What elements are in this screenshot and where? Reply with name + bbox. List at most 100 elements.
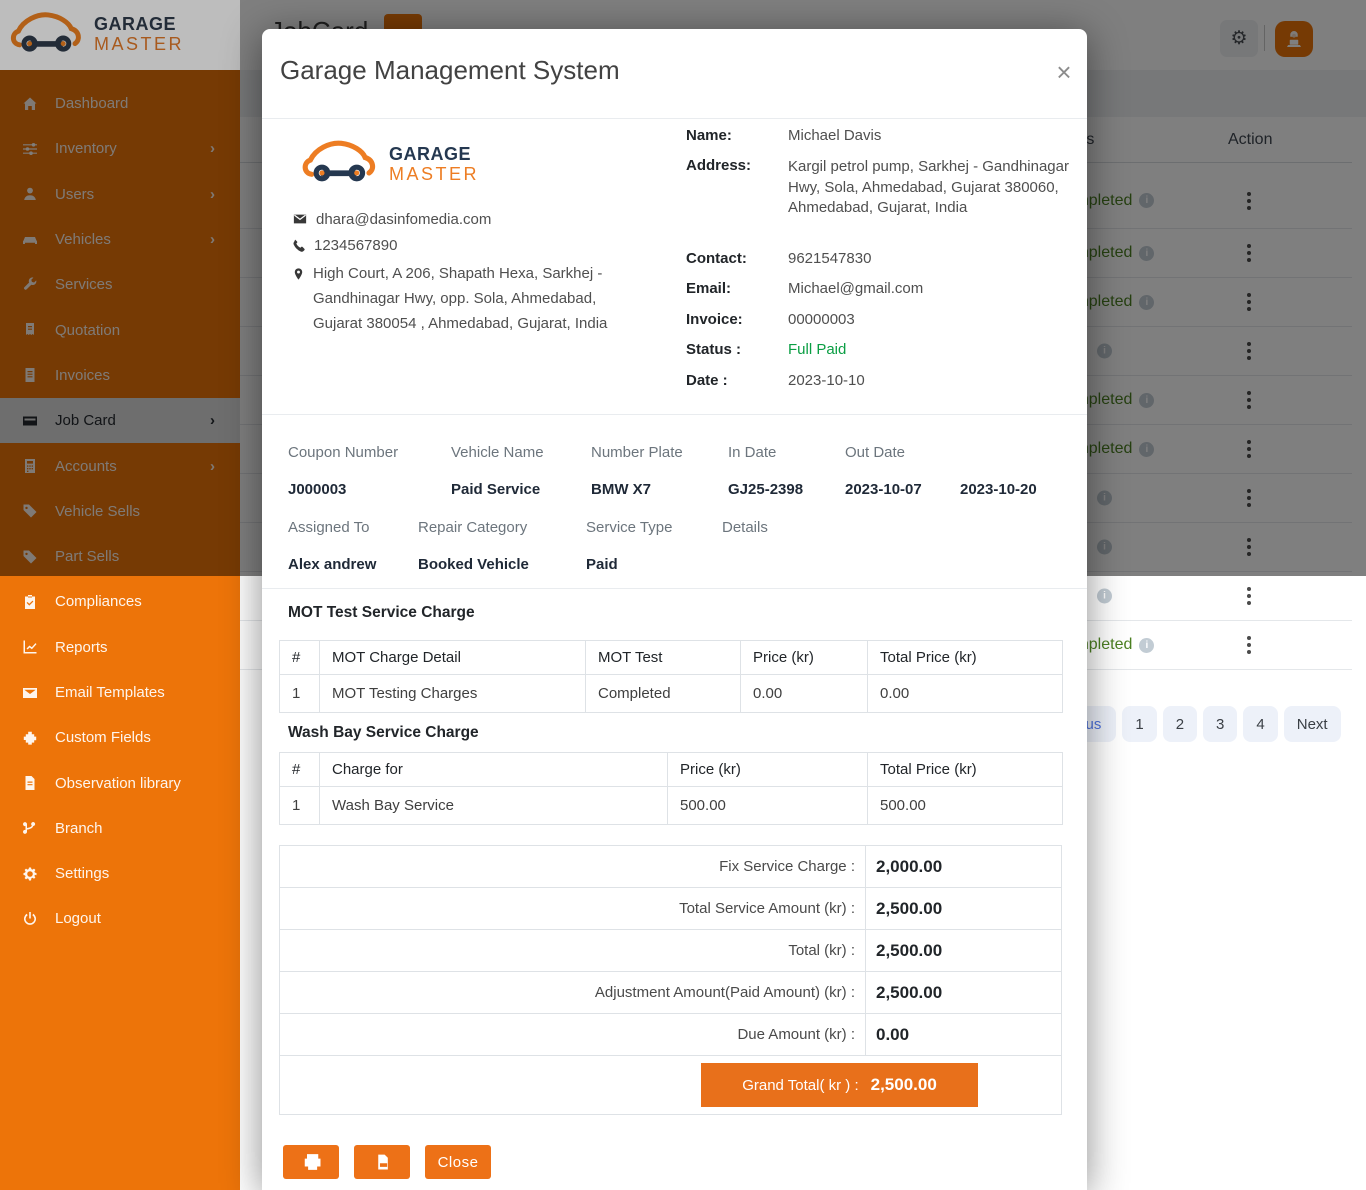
modal-brand-logo: GARAGE MASTER <box>299 133 479 196</box>
fix-service-charge-value: 2,000.00 <box>865 846 1061 887</box>
customer-address-label: Address: <box>686 157 751 174</box>
modal-title: Garage Management System <box>280 55 620 86</box>
sidebar-item-compliances[interactable]: Compliances <box>0 579 240 624</box>
adjustment-amount-value: 2,500.00 <box>865 972 1061 1013</box>
customer-email-label: Email: <box>686 280 731 297</box>
customer-contact-label: Contact: <box>686 250 747 267</box>
row-actions-kebab-button[interactable] <box>1243 583 1255 609</box>
vehicle-name-label: Vehicle Name <box>451 444 544 461</box>
puzzle-icon <box>22 730 38 746</box>
in-date-label: In Date <box>728 444 776 461</box>
total-row: Total (kr) : 2,500.00 <box>280 930 1061 972</box>
sidebar-item-branch[interactable]: Branch <box>0 806 240 851</box>
mot-col-num: # <box>280 641 320 675</box>
car-wrench-logo-icon <box>8 5 86 66</box>
brand-logo-strip: GARAGE MASTER <box>0 0 240 70</box>
sidebar-item-logout[interactable]: Logout <box>0 896 240 941</box>
invoice-date-label: Date : <box>686 372 728 389</box>
sidebar-item-custom-fields[interactable]: Custom Fields <box>0 715 240 760</box>
due-amount-value: 0.00 <box>865 1014 1061 1055</box>
pagination-page-4[interactable]: 4 <box>1243 706 1277 742</box>
payment-status-label: Status : <box>686 341 741 358</box>
invoice-number-label: Invoice: <box>686 311 743 328</box>
company-address-row: High Court, A 206, Shapath Hexa, Sarkhej… <box>292 261 644 336</box>
mot-col-test: MOT Test <box>586 641 741 675</box>
mot-section-title: MOT Test Service Charge <box>288 604 475 622</box>
washbay-section-title: Wash Bay Service Charge <box>288 724 479 742</box>
out-date-value: 2023-10-20 <box>960 481 1037 498</box>
print-button[interactable] <box>283 1145 339 1179</box>
info-icon[interactable]: i <box>1139 638 1154 653</box>
info-icon[interactable]: i <box>1097 589 1112 604</box>
adjustment-amount-label: Adjustment Amount(Paid Amount) (kr) : <box>280 972 865 1013</box>
totals-table: Fix Service Charge : 2,000.00 Total Serv… <box>279 845 1062 1115</box>
pagination-next[interactable]: Next <box>1284 706 1341 742</box>
grand-total-row: Grand Total( kr ) : 2,500.00 <box>280 1056 1061 1114</box>
power-icon <box>22 911 38 927</box>
plate-code-value: GJ25-2398 <box>728 481 803 498</box>
wash-col-total: Total Price (kr) <box>868 753 1063 787</box>
sidebar-item-settings[interactable]: Settings <box>0 851 240 896</box>
code-branch-icon <box>22 820 38 836</box>
sidebar-item-observation-library[interactable]: Observation library <box>0 760 240 805</box>
in-date-value: 2023-10-07 <box>845 481 922 498</box>
pagination-page-1[interactable]: 1 <box>1122 706 1156 742</box>
pagination-page-2[interactable]: 2 <box>1163 706 1197 742</box>
envelope-icon <box>22 685 38 701</box>
total-service-amount-value: 2,500.00 <box>865 888 1061 929</box>
invoice-date: 2023-10-10 <box>788 372 865 389</box>
printer-icon <box>302 1153 321 1171</box>
customer-address: Kargil petrol pump, Sarkhej - Gandhinaga… <box>788 157 1073 219</box>
brand-line2: MASTER <box>94 35 184 55</box>
pagination-page-3[interactable]: 3 <box>1203 706 1237 742</box>
fix-service-charge-label: Fix Service Charge : <box>280 846 865 887</box>
clipboard-check-icon <box>22 594 38 610</box>
sidebar-item-reports[interactable]: Reports <box>0 625 240 670</box>
total-row: Adjustment Amount(Paid Amount) (kr) : 2,… <box>280 972 1061 1014</box>
close-icon[interactable]: × <box>1047 55 1081 89</box>
repair-category-label: Repair Category <box>418 519 527 536</box>
file-icon <box>22 775 38 791</box>
export-pdf-button[interactable] <box>354 1145 410 1179</box>
sidebar-item-email-templates[interactable]: Email Templates <box>0 670 240 715</box>
brand-line1: GARAGE <box>94 15 184 35</box>
gear-icon <box>22 866 38 882</box>
total-row: Total Service Amount (kr) : 2,500.00 <box>280 888 1061 930</box>
brand-line1: GARAGE <box>389 145 479 165</box>
wash-col-price: Price (kr) <box>668 753 868 787</box>
company-address: High Court, A 206, Shapath Hexa, Sarkhej… <box>313 261 644 336</box>
customer-contact: 9621547830 <box>788 250 871 267</box>
washbay-charges-table: # Charge for Price (kr) Total Price (kr)… <box>279 752 1063 825</box>
total-row: Due Amount (kr) : 0.00 <box>280 1014 1061 1056</box>
total-value: 2,500.00 <box>865 930 1061 971</box>
invoice-number: 00000003 <box>788 311 855 328</box>
total-label: Total (kr) : <box>280 930 865 971</box>
wash-row: 1 Wash Bay Service 500.00 500.00 <box>280 787 1063 825</box>
wash-col-num: # <box>280 753 320 787</box>
details-label: Details <box>722 519 768 536</box>
pdf-file-icon <box>374 1153 391 1171</box>
vehicle-name-value: Paid Service <box>451 481 540 498</box>
company-email-row: dhara@dasinfomedia.com <box>292 207 491 232</box>
row-actions-kebab-button[interactable] <box>1243 632 1255 658</box>
assigned-to-value: Alex andrew <box>288 556 376 573</box>
coupon-number-value: J000003 <box>288 481 346 498</box>
chart-line-icon <box>22 639 38 655</box>
number-plate-value: BMW X7 <box>591 481 651 498</box>
total-row: Fix Service Charge : 2,000.00 <box>280 846 1061 888</box>
company-email: dhara@dasinfomedia.com <box>316 207 491 232</box>
repair-category-value: Booked Vehicle <box>418 556 529 573</box>
mot-charges-table: # MOT Charge Detail MOT Test Price (kr) … <box>279 640 1063 713</box>
mot-col-total: Total Price (kr) <box>868 641 1063 675</box>
envelope-icon <box>292 212 308 226</box>
close-button[interactable]: Close <box>425 1145 491 1179</box>
mot-col-detail: MOT Charge Detail <box>320 641 586 675</box>
payment-status-badge: Full Paid <box>788 341 846 358</box>
service-type-value: Paid <box>586 556 618 573</box>
company-phone: 1234567890 <box>314 233 397 258</box>
due-amount-label: Due Amount (kr) : <box>280 1014 865 1055</box>
mot-row: 1 MOT Testing Charges Completed 0.00 0.0… <box>280 675 1063 713</box>
total-service-amount-label: Total Service Amount (kr) : <box>280 888 865 929</box>
customer-name-label: Name: <box>686 127 732 144</box>
brand-logo: GARAGE MASTER <box>8 5 184 66</box>
